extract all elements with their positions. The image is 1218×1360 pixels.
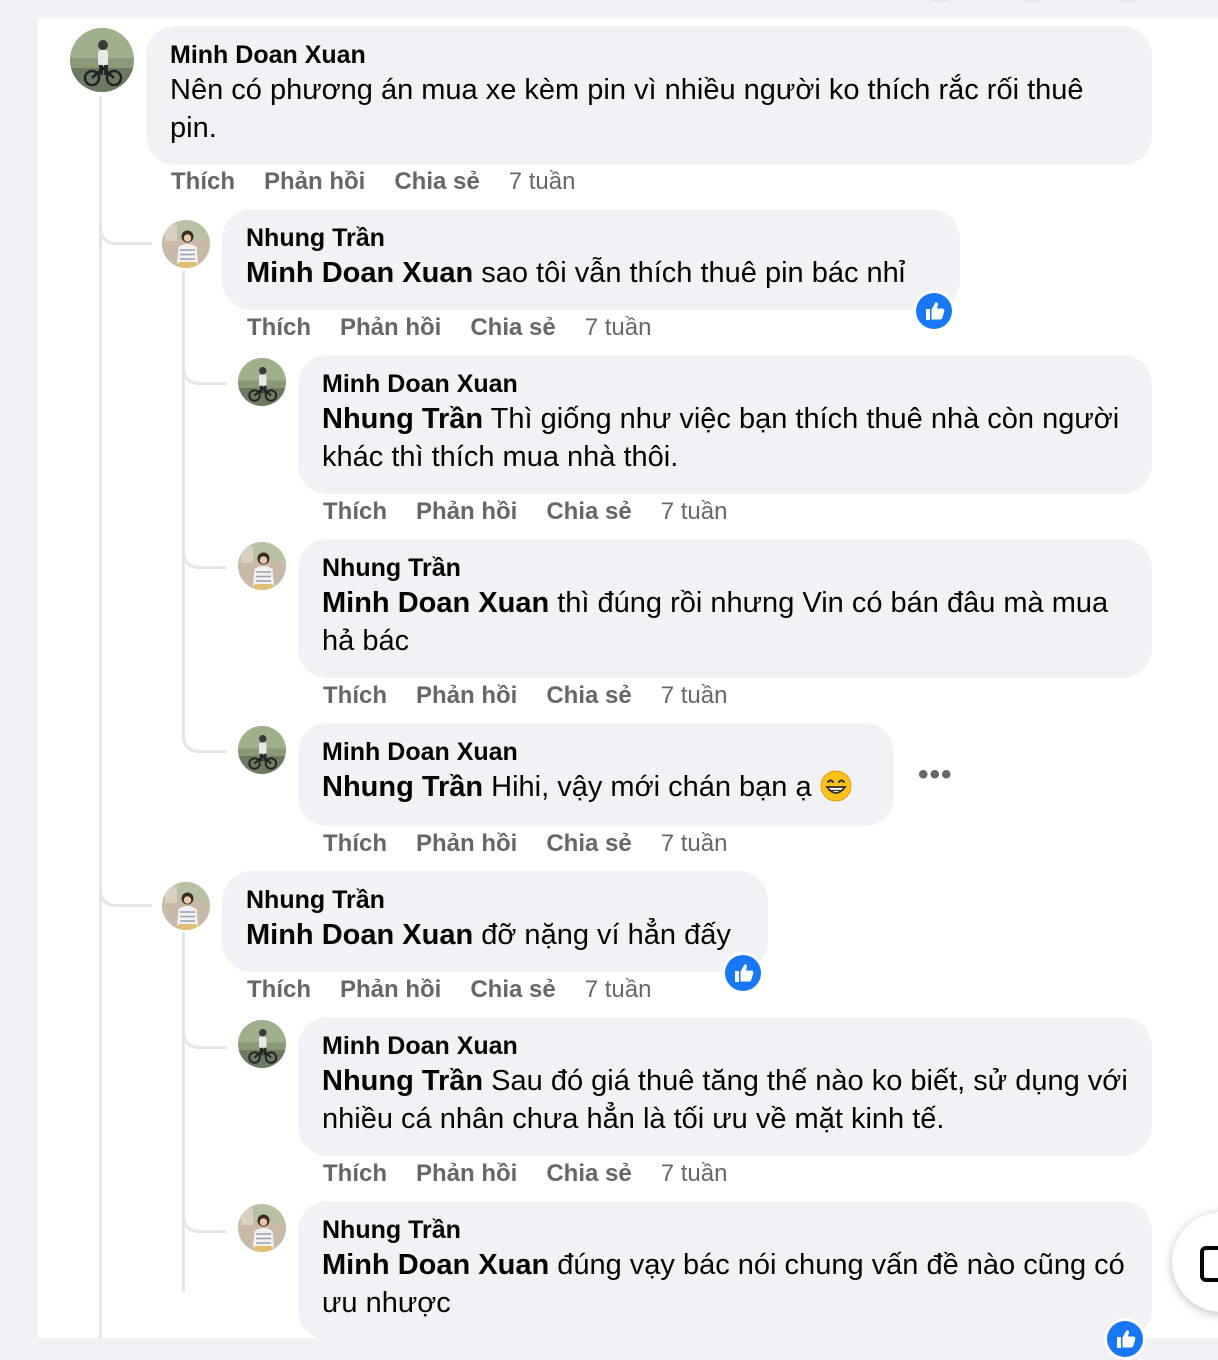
comment-bubble: Minh Doan Xuan Nhung Trần Sau đó giá thu… (298, 1017, 1152, 1156)
like-button[interactable]: Thích (247, 976, 311, 1003)
avatar[interactable] (238, 542, 286, 590)
comment-text: Nhung Trần Thì giống như việc bạn thích … (322, 400, 1128, 476)
reply-button[interactable]: Phản hồi (416, 498, 517, 525)
comment-author[interactable]: Nhung Trần (246, 223, 936, 254)
like-icon (1107, 1321, 1143, 1357)
top-bar-edge (0, 0, 1218, 18)
comment-bubble: Minh Doan Xuan Nhung Trần Thì giống như … (298, 355, 1152, 494)
thread-connector (182, 1004, 227, 1049)
comment-mention[interactable]: Nhung Trần (322, 771, 483, 803)
comment-author[interactable]: Minh Doan Xuan (322, 737, 870, 768)
comment-bubble: Nhung Trần Minh Doan Xuan sao tôi vẫn th… (222, 209, 960, 310)
comment-actions: Thích Phản hồi Chia sẻ 7 tuần (323, 830, 756, 858)
like-button[interactable]: Thích (171, 168, 235, 195)
reply-button[interactable]: Phản hồi (416, 682, 517, 709)
like-button[interactable]: Thích (323, 1160, 387, 1187)
comment-actions: Thích Phản hồi Chia sẻ 7 tuần (247, 976, 680, 1004)
comment-text: Nhung Trần Hihi, vậy mới chán bạn ạ (322, 768, 870, 806)
comment-body: sao tôi vẫn thích thuê pin bác nhỉ (481, 257, 906, 289)
comment-timestamp[interactable]: 7 tuần (661, 1160, 728, 1187)
comment-bubble: Nhung Trần Minh Doan Xuan đúng vạy bác n… (298, 1201, 1152, 1340)
comment-body: Hihi, vậy mới chán bạn ạ (491, 771, 812, 803)
more-options-button[interactable]: ••• (918, 758, 953, 792)
thread-line (182, 270, 185, 730)
comment-mention[interactable]: Nhung Trần (322, 1065, 483, 1097)
comment-actions: Thích Phản hồi Chia sẻ 7 tuần (323, 682, 756, 710)
comment-mention[interactable]: Minh Doan Xuan (322, 1249, 549, 1281)
comment-mention[interactable]: Minh Doan Xuan (322, 587, 549, 619)
reaction-badge[interactable] (722, 952, 764, 994)
comment-bubble: Minh Doan Xuan Nên có phương án mua xe k… (146, 26, 1152, 165)
comment-actions: Thích Phản hồi Chia sẻ 7 tuần (171, 168, 604, 196)
thread-connector (182, 524, 227, 569)
comment-timestamp[interactable]: 7 tuần (509, 168, 576, 195)
thread-connector (182, 700, 227, 753)
share-button[interactable]: Chia sẻ (546, 1160, 631, 1187)
like-button[interactable]: Thích (247, 314, 311, 341)
thread-connector (182, 340, 227, 385)
comment-author[interactable]: Minh Doan Xuan (322, 369, 1128, 400)
thread-line (99, 96, 102, 1338)
comment-author[interactable]: Nhung Trần (322, 553, 1128, 584)
avatar[interactable] (162, 220, 210, 268)
like-button[interactable]: Thích (323, 830, 387, 857)
comment-author[interactable]: Minh Doan Xuan (170, 40, 1128, 71)
avatar[interactable] (238, 1204, 286, 1252)
reply-button[interactable]: Phản hồi (416, 1160, 517, 1187)
comment-bubble: Minh Doan Xuan Nhung Trần Hihi, vậy mới … (298, 723, 894, 826)
like-button[interactable]: Thích (323, 498, 387, 525)
like-icon (725, 955, 761, 991)
reply-button[interactable]: Phản hồi (264, 168, 365, 195)
comment-timestamp[interactable]: 7 tuần (661, 682, 728, 709)
share-button[interactable]: Chia sẻ (394, 168, 479, 195)
thread-connector (99, 860, 152, 907)
reaction-badge[interactable] (913, 290, 955, 332)
thread-connector (99, 200, 152, 245)
like-button[interactable]: Thích (323, 682, 387, 709)
comment-bubble: Nhung Trần Minh Doan Xuan thì đúng rồi n… (298, 539, 1152, 678)
comment-author[interactable]: Minh Doan Xuan (322, 1031, 1128, 1062)
share-button[interactable]: Chia sẻ (470, 976, 555, 1003)
share-button[interactable]: Chia sẻ (546, 498, 631, 525)
share-button[interactable]: Chia sẻ (546, 682, 631, 709)
comment-timestamp[interactable]: 7 tuần (585, 976, 652, 1003)
avatar[interactable] (70, 28, 134, 92)
avatar[interactable] (238, 358, 286, 406)
comment-body: đỡ nặng ví hẳn đấy (481, 919, 731, 951)
comment-timestamp[interactable]: 7 tuần (585, 314, 652, 341)
comment-actions: Thích Phản hồi Chia sẻ 7 tuần (323, 1160, 756, 1188)
comment-bubble: Nhung Trần Minh Doan Xuan đỡ nặng ví hẳn… (222, 871, 768, 972)
thread-line (182, 932, 185, 1292)
avatar[interactable] (238, 726, 286, 774)
comment-mention[interactable]: Minh Doan Xuan (246, 257, 473, 289)
comment-text: Minh Doan Xuan thì đúng rồi nhưng Vin có… (322, 584, 1128, 660)
thread-connector (182, 1190, 227, 1233)
comment-actions: Thích Phản hồi Chia sẻ 7 tuần (247, 314, 680, 342)
avatar[interactable] (162, 882, 210, 930)
comment-actions: Thích Phản hồi Chia sẻ 7 tuần (323, 498, 756, 526)
comment-mention[interactable]: Minh Doan Xuan (246, 919, 473, 951)
reply-button[interactable]: Phản hồi (340, 314, 441, 341)
like-icon (916, 293, 952, 329)
comment-text: Minh Doan Xuan đúng vạy bác nói chung vấ… (322, 1246, 1128, 1322)
grinning-face-icon (820, 770, 852, 802)
reply-button[interactable]: Phản hồi (340, 976, 441, 1003)
avatar[interactable] (238, 1020, 286, 1068)
comment-mention[interactable]: Nhung Trần (322, 403, 483, 435)
comment-timestamp[interactable]: 7 tuần (661, 830, 728, 857)
comment-text: Minh Doan Xuan đỡ nặng ví hẳn đấy (246, 916, 744, 954)
reaction-badge[interactable] (1104, 1318, 1146, 1360)
comment-text: Nên có phương án mua xe kèm pin vì nhiều… (170, 74, 1084, 144)
comment-author[interactable]: Nhung Trần (322, 1215, 1128, 1246)
comment-text: Nhung Trần Sau đó giá thuê tăng thế nào … (322, 1062, 1128, 1138)
share-button[interactable]: Chia sẻ (546, 830, 631, 857)
compose-icon (1200, 1246, 1218, 1282)
reply-button[interactable]: Phản hồi (416, 830, 517, 857)
share-button[interactable]: Chia sẻ (470, 314, 555, 341)
comment-timestamp[interactable]: 7 tuần (661, 498, 728, 525)
comment-author[interactable]: Nhung Trần (246, 885, 744, 916)
comment-text: Minh Doan Xuan sao tôi vẫn thích thuê pi… (246, 254, 936, 292)
